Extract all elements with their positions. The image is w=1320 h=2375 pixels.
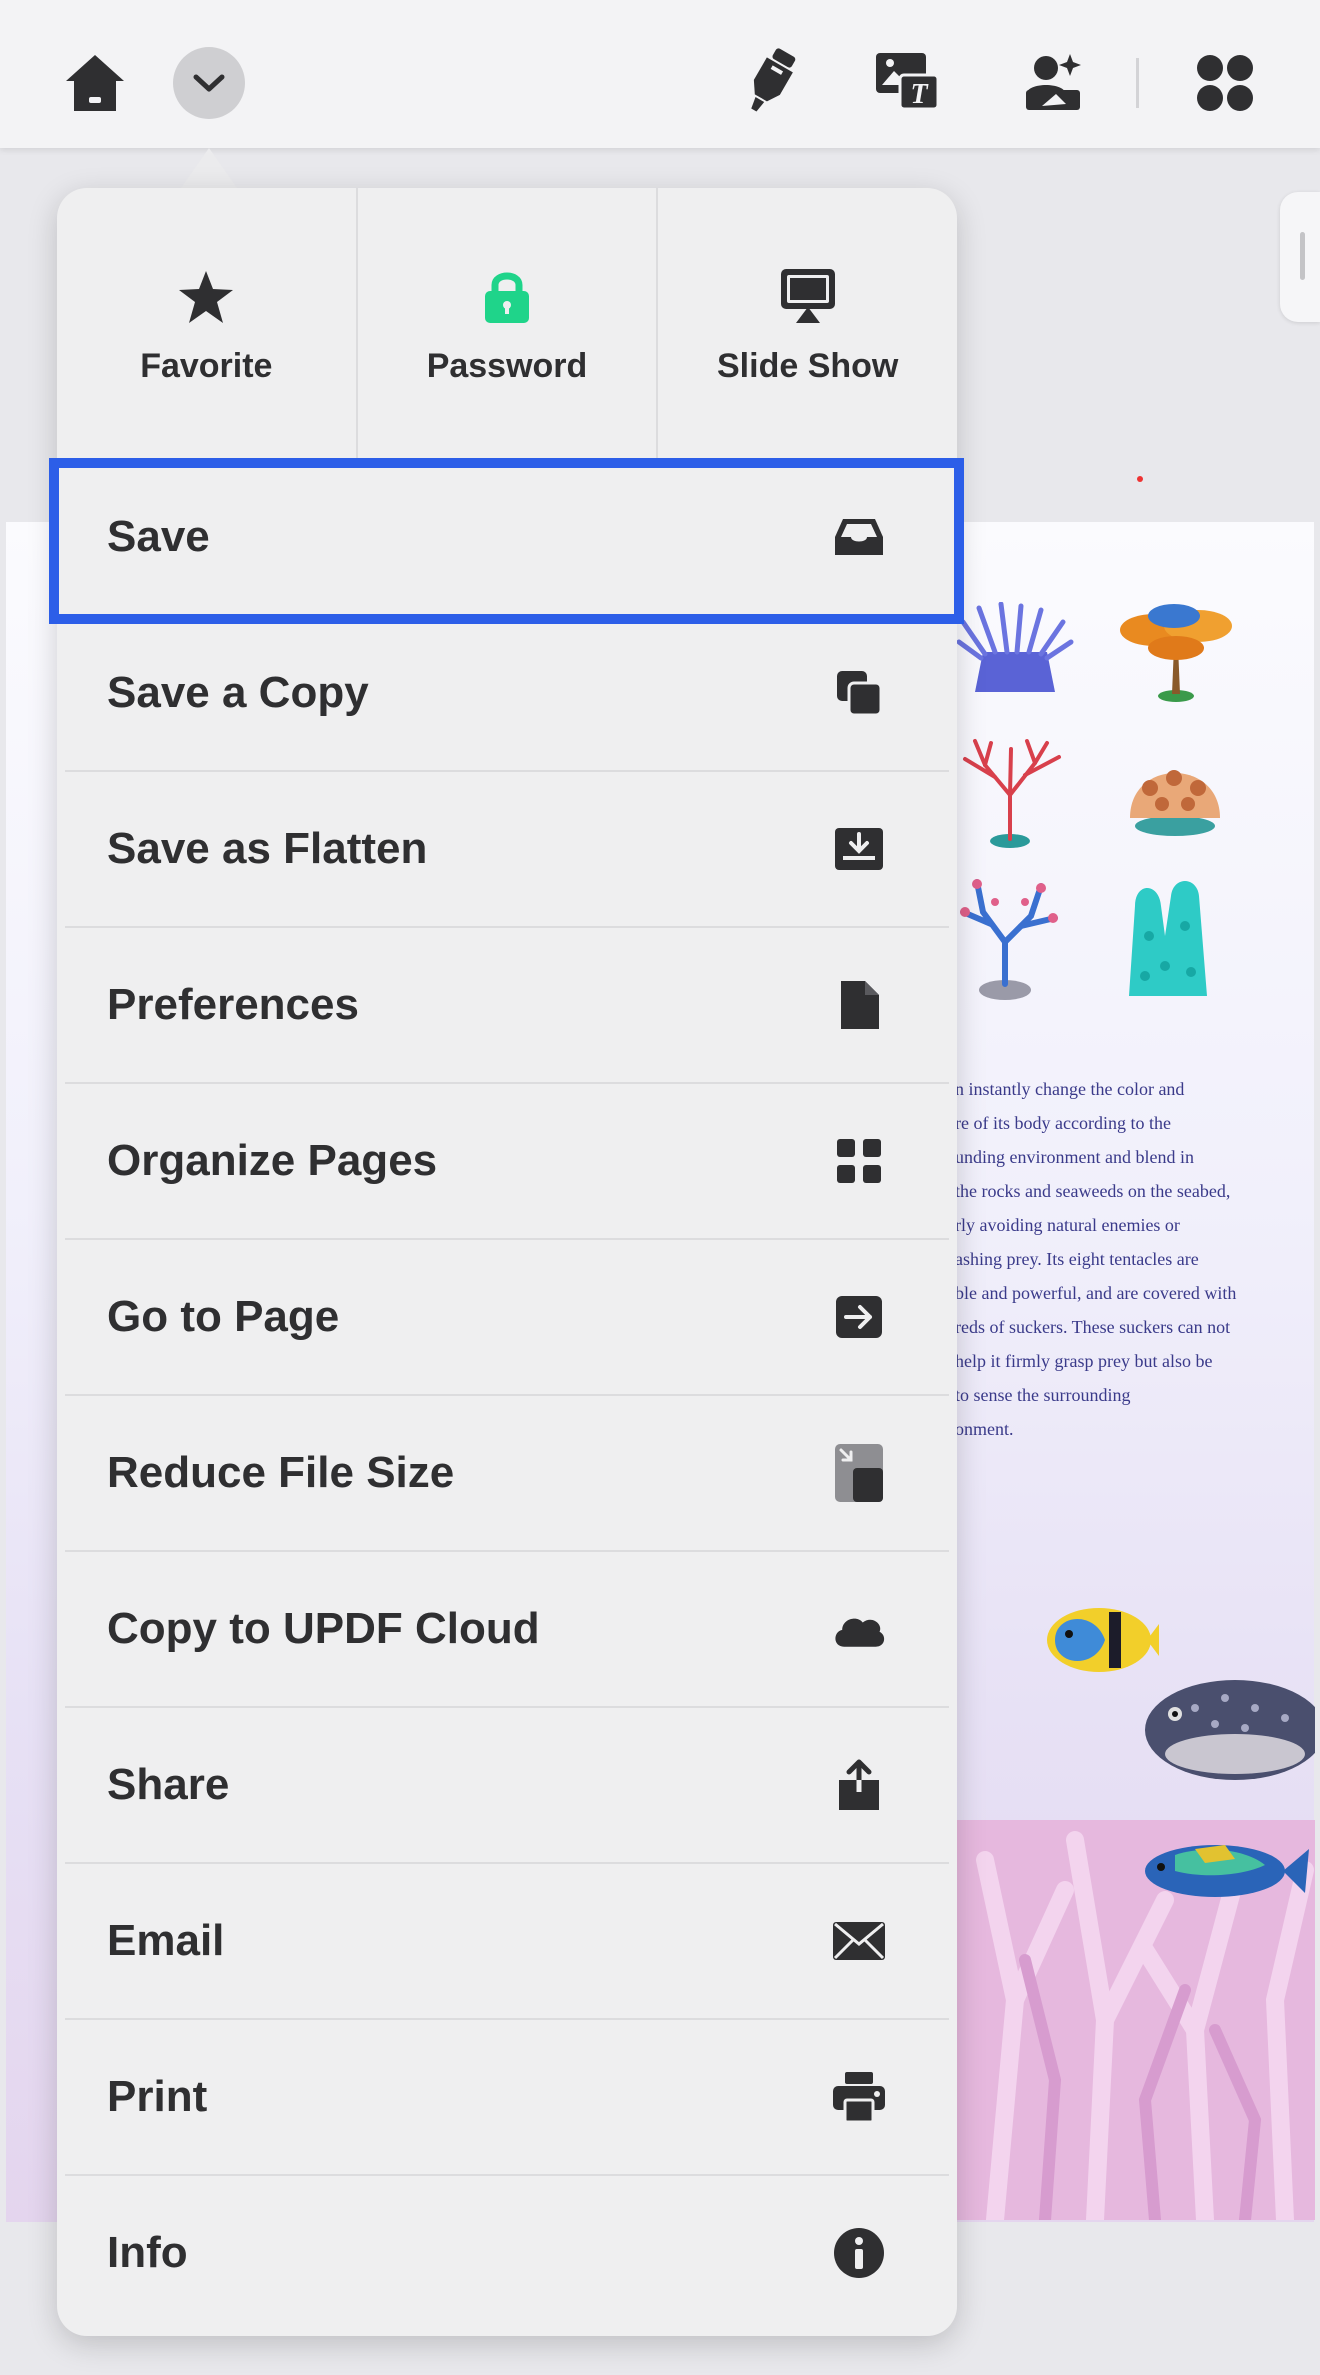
coral-image-6 <box>1129 881 1207 996</box>
copy-to-updf-cloud-menu-item[interactable]: Copy to UPDF Cloud <box>65 1550 949 1706</box>
photo-edit-icon[interactable] <box>1018 48 1088 114</box>
envelope-icon <box>831 1913 887 1969</box>
annotation-dot <box>1137 476 1143 482</box>
lock-icon <box>483 261 531 325</box>
document-text-line: re of its body according to the <box>955 1113 1171 1133</box>
share-icon <box>831 1757 887 1813</box>
pufferfish-image <box>1145 1680 1315 1780</box>
info-menu-item[interactable]: Info <box>65 2174 949 2330</box>
save-a-copy-menu-item[interactable]: Save a Copy <box>65 614 949 770</box>
reduce-file-size-label: Reduce File Size <box>107 1448 455 1497</box>
cloud-icon <box>831 1601 887 1657</box>
document-text-line: rly avoiding natural enemies or <box>955 1215 1180 1235</box>
star-icon <box>177 261 235 325</box>
print-menu-item[interactable]: Print <box>65 2018 949 2174</box>
info-label: Info <box>107 2228 188 2277</box>
document-text-line: unding environment and blend in <box>955 1147 1194 1167</box>
save-menu-item[interactable]: Save <box>65 458 949 614</box>
password-button[interactable]: Password <box>358 188 659 458</box>
document-paragraph: n instantly change the color and re of it… <box>955 1072 1295 1446</box>
document-text-line: the rocks and seaweeds on the seabed, <box>955 1181 1231 1201</box>
document-text-line: n instantly change the color and <box>955 1079 1185 1099</box>
email-menu-item[interactable]: Email <box>65 1862 949 2018</box>
save-as-flatten-label: Save as Flatten <box>107 824 428 873</box>
print-label: Print <box>107 2072 208 2121</box>
slideshow-label: Slide Show <box>717 346 899 385</box>
compress-file-icon <box>831 1444 887 1502</box>
slideshow-icon <box>779 261 837 325</box>
marker-icon[interactable] <box>735 44 805 116</box>
email-label: Email <box>107 1916 225 1965</box>
save-as-flatten-menu-item[interactable]: Save as Flatten <box>65 770 949 926</box>
menu-pointer <box>181 148 237 188</box>
copy-to-updf-cloud-label: Copy to UPDF Cloud <box>107 1604 540 1653</box>
organize-pages-label: Organize Pages <box>107 1136 438 1185</box>
copy-icon <box>831 665 887 721</box>
more-options-menu: Favorite Password Slide Show Save Save a… <box>57 188 957 2336</box>
slideshow-button[interactable]: Slide Show <box>658 188 957 458</box>
four-squares-icon <box>831 1133 887 1189</box>
coral-image-2 <box>1120 604 1232 702</box>
coral-image-1 <box>956 602 1074 692</box>
info-icon <box>831 2225 887 2281</box>
document-text-line: to sense the surrounding <box>955 1385 1131 1405</box>
share-menu-item[interactable]: Share <box>65 1706 949 1862</box>
chevron-down-icon[interactable] <box>173 47 245 119</box>
organize-pages-menu-item[interactable]: Organize Pages <box>65 1082 949 1238</box>
side-panel-handle[interactable] <box>1280 192 1320 322</box>
document-text-line: reds of suckers. These suckers can not <box>955 1317 1231 1337</box>
save-label: Save <box>107 512 210 561</box>
share-label: Share <box>107 1760 230 1809</box>
preferences-menu-item[interactable]: Preferences <box>65 926 949 1082</box>
image-text-icon[interactable]: T <box>872 48 942 114</box>
home-icon[interactable] <box>60 50 130 116</box>
quick-actions-row: Favorite Password Slide Show <box>57 188 957 458</box>
toolbar-divider <box>1136 58 1139 108</box>
favorite-label: Favorite <box>140 346 273 385</box>
arrow-box-icon <box>831 1289 887 1345</box>
document-icon <box>831 977 887 1033</box>
favorite-button[interactable]: Favorite <box>57 188 358 458</box>
preferences-label: Preferences <box>107 980 359 1029</box>
coral-image-4 <box>1130 770 1220 836</box>
document-text-line: onment. <box>955 1419 1014 1439</box>
go-to-page-label: Go to Page <box>107 1292 340 1341</box>
reduce-file-size-menu-item[interactable]: Reduce File Size <box>65 1394 949 1550</box>
parrotfish-image <box>1145 1845 1309 1897</box>
document-text-line: ashing prey. Its eight tentacles are <box>955 1249 1199 1269</box>
save-a-copy-label: Save a Copy <box>107 668 369 717</box>
coral-image-5 <box>960 879 1058 1000</box>
document-text-line: ble and powerful, and are covered with <box>955 1283 1237 1303</box>
coral-image-3 <box>963 739 1061 848</box>
menu-items-list: Save Save a Copy Save as Flatten Prefere… <box>57 458 957 2330</box>
go-to-page-menu-item[interactable]: Go to Page <box>65 1238 949 1394</box>
download-tray-icon <box>831 821 887 877</box>
printer-icon <box>831 2069 887 2125</box>
app-grid-icon[interactable] <box>1190 50 1260 116</box>
top-toolbar: T <box>0 0 1320 148</box>
password-label: Password <box>426 346 588 385</box>
inbox-tray-icon <box>831 509 887 565</box>
svg-text:T: T <box>910 79 929 110</box>
document-text-line: help it firmly grasp prey but also be <box>955 1351 1213 1371</box>
